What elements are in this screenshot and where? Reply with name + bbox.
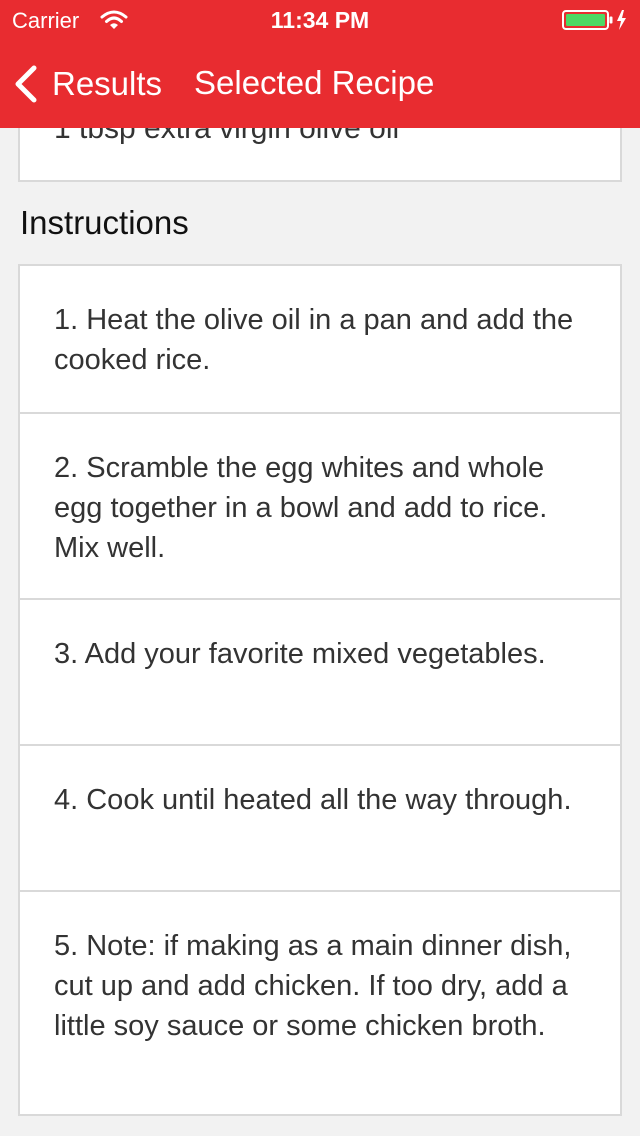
instructions-list: 1. Heat the olive oil in a pan and add t… xyxy=(18,264,622,1116)
battery-charging-icon xyxy=(562,10,626,30)
back-button-label: Results xyxy=(52,65,163,102)
instruction-step-text: 3. Add your favorite mixed vegetables. xyxy=(54,638,546,670)
top-bar: Carrier 11:34 PM Results Selected Recipe xyxy=(0,0,640,128)
instruction-step-text: 1. Heat the olive oil in a pan and add t… xyxy=(54,304,574,376)
chevron-left-icon xyxy=(15,65,37,103)
recipe-screen: 1 tbsp extra virgin olive oil Instructio… xyxy=(0,0,640,1136)
page-title: Selected Recipe xyxy=(194,64,435,101)
status-time: 11:34 PM xyxy=(270,7,370,33)
instruction-step: 2. Scramble the egg whites and whole egg… xyxy=(20,412,620,598)
instruction-step: 1. Heat the olive oil in a pan and add t… xyxy=(20,266,620,412)
instruction-step-text: 2. Scramble the egg whites and whole egg… xyxy=(54,452,548,564)
status-bar: Carrier 11:34 PM xyxy=(0,0,640,40)
instruction-step: 4. Cook until heated all the way through… xyxy=(20,744,620,890)
instruction-step: 5. Note: if making as a main dinner dish… xyxy=(20,890,620,1114)
instructions-heading: Instructions xyxy=(20,204,189,241)
navigation-bar: Results Selected Recipe xyxy=(0,40,640,128)
instruction-step-text: 5. Note: if making as a main dinner dish… xyxy=(54,930,572,1042)
instruction-step-text: 4. Cook until heated all the way through… xyxy=(54,784,572,816)
instruction-step: 3. Add your favorite mixed vegetables. xyxy=(20,598,620,744)
back-button[interactable]: Results xyxy=(12,60,172,108)
